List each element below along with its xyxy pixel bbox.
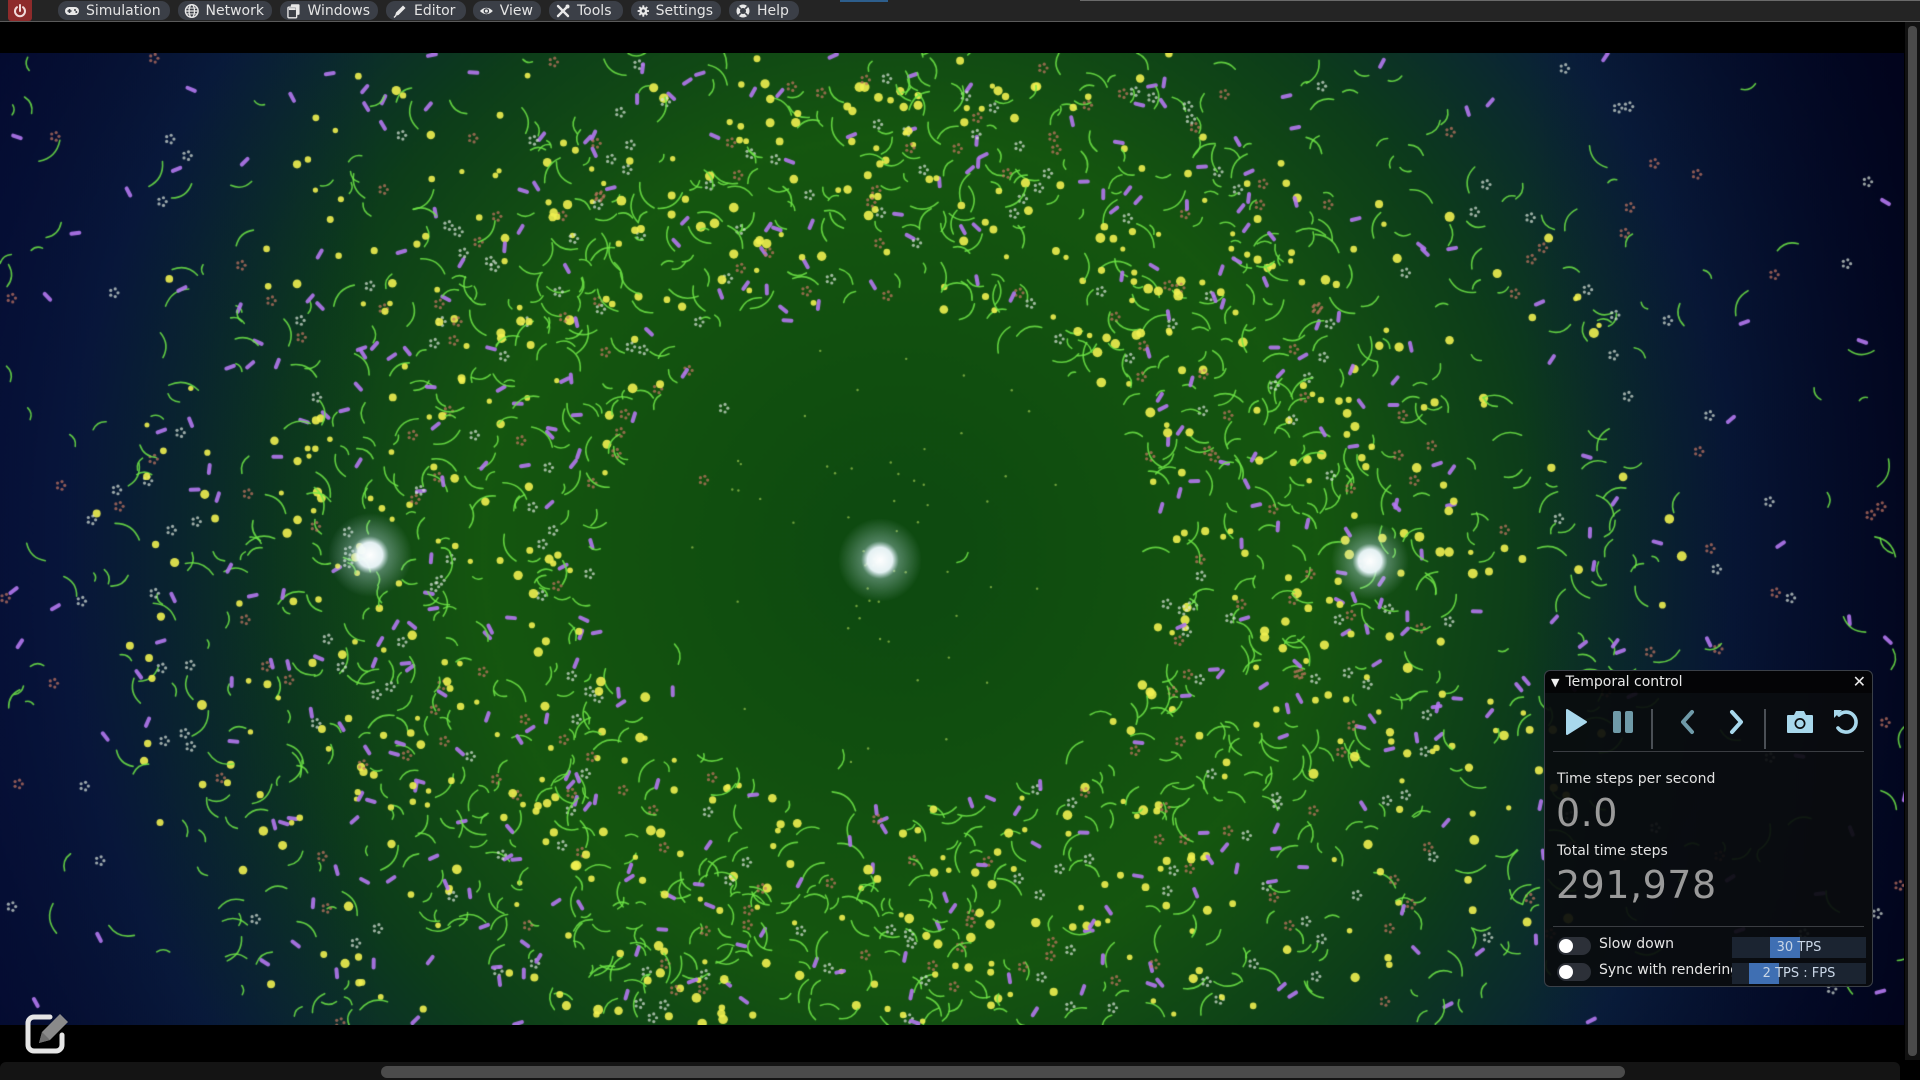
menu-simulation-label: Simulation — [86, 2, 161, 19]
power-button[interactable] — [8, 0, 32, 21]
gamepad-icon — [65, 6, 79, 15]
total-steps-value: 291,978 — [1556, 863, 1717, 907]
vertical-scrollbar-thumb[interactable] — [1908, 26, 1917, 1056]
collapse-toggle[interactable]: ▼ — [1551, 676, 1559, 689]
menu-network[interactable]: Network — [178, 1, 272, 20]
window-title-bar[interactable]: ▼ Temporal control ✕ — [1545, 671, 1872, 693]
toolbar-separator — [1764, 709, 1766, 749]
windows-icon — [287, 3, 300, 18]
chevron-left-icon — [1681, 710, 1694, 734]
gear-icon — [637, 4, 649, 17]
toggle-knob — [1559, 965, 1573, 979]
divider — [1553, 751, 1864, 752]
divider — [1553, 926, 1864, 927]
menu-network-label: Network — [205, 2, 264, 19]
sync-rendering-label: Sync with rendering — [1599, 962, 1740, 978]
pause-icon — [1613, 711, 1633, 733]
slow-down-tps-slider[interactable]: 30 TPS — [1732, 937, 1866, 958]
menu-tools-label: Tools — [577, 2, 612, 19]
menu-top-line — [1080, 0, 1920, 1]
close-button[interactable]: ✕ — [1853, 673, 1866, 691]
pause-button[interactable] — [1603, 699, 1643, 745]
slow-down-toggle[interactable] — [1557, 937, 1591, 955]
power-icon — [14, 3, 26, 17]
undo-icon — [1834, 710, 1858, 734]
globe-icon — [184, 3, 199, 18]
menu-help[interactable]: Help — [729, 1, 799, 20]
toolbar-separator — [1651, 709, 1653, 749]
menu-windows-label: Windows — [307, 2, 371, 19]
toggle-knob — [1559, 939, 1573, 953]
step-back-button[interactable] — [1668, 699, 1708, 745]
chevron-right-icon — [1730, 710, 1743, 734]
tps-label: Time steps per second — [1557, 771, 1716, 787]
menu-simulation[interactable]: Simulation — [58, 1, 170, 20]
tps-value: 0.0 — [1556, 791, 1618, 835]
temporal-toolbar — [1549, 699, 1868, 749]
lifebuoy-icon — [736, 4, 750, 17]
play-button[interactable] — [1555, 699, 1595, 745]
step-forward-button[interactable] — [1716, 699, 1756, 745]
slow-down-label: Slow down — [1599, 936, 1675, 952]
menu-accent-line — [840, 0, 888, 2]
sync-rendering-toggle[interactable] — [1557, 963, 1591, 981]
snapshot-button[interactable] — [1780, 699, 1820, 745]
sync-rendering-ratio-slider[interactable]: 2 TPS : FPS — [1732, 963, 1866, 984]
menu-settings[interactable]: Settings — [631, 1, 721, 20]
total-steps-label: Total time steps — [1557, 843, 1668, 859]
edit-mode-icon — [25, 1014, 68, 1054]
play-icon — [1566, 709, 1587, 735]
menu-editor[interactable]: Editor — [386, 1, 466, 20]
menu-help-label: Help — [757, 2, 789, 19]
menu-windows[interactable]: Windows — [280, 1, 378, 20]
temporal-control-window: ▼ Temporal control ✕ Time steps per seco… — [1544, 670, 1873, 987]
slow-down-slider-text: 30 TPS — [1776, 940, 1822, 955]
menu-editor-label: Editor — [414, 2, 456, 19]
main-menu-bar: Simulation Network Windows Editor View T… — [0, 0, 1920, 22]
camera-icon — [1787, 711, 1813, 733]
menu-settings-label: Settings — [655, 2, 713, 19]
tools-icon — [556, 4, 570, 17]
edit-mode-button[interactable] — [22, 1007, 82, 1059]
menu-view-label: View — [499, 2, 533, 19]
pen-icon — [393, 5, 406, 18]
menu-tools[interactable]: Tools — [549, 1, 623, 20]
sync-rendering-slider-text: 2 TPS : FPS — [1762, 966, 1836, 981]
window-title: Temporal control — [1565, 674, 1683, 690]
eye-icon — [479, 7, 493, 14]
menu-view[interactable]: View — [473, 1, 541, 20]
horizontal-scrollbar-thumb[interactable] — [381, 1066, 1625, 1078]
restore-button[interactable] — [1826, 699, 1866, 745]
